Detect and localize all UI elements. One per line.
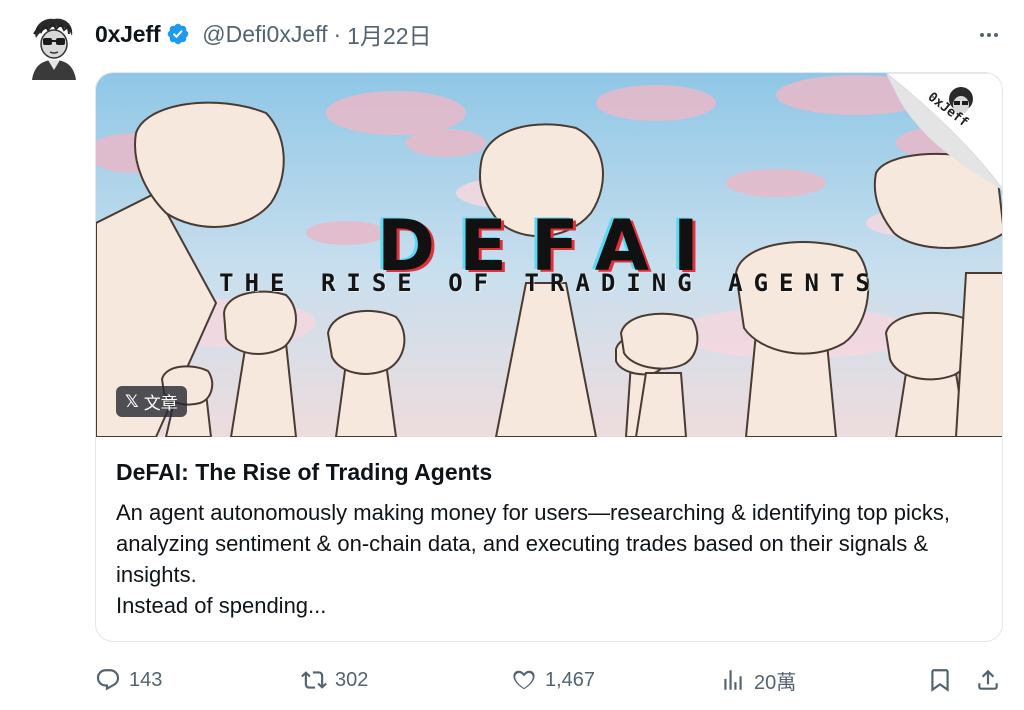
heart-icon xyxy=(511,667,537,693)
article-badge: 𝕏 文章 xyxy=(116,386,187,417)
bookmark-button[interactable] xyxy=(927,660,953,700)
tweet-header: 0xJeff @Defi0xJeff · 1月22日 xyxy=(95,14,432,54)
reply-count: 143 xyxy=(129,668,163,691)
separator-dot: · xyxy=(333,20,342,47)
author-display-name[interactable]: 0xJeff xyxy=(95,21,160,48)
cover-subline: THE RISE OF TRADING AGENTS xyxy=(219,269,881,297)
more-dot xyxy=(980,33,984,37)
x-logo-icon: 𝕏 xyxy=(125,391,139,411)
verified-badge-icon xyxy=(166,22,190,46)
views-button[interactable]: 20萬 xyxy=(720,660,796,700)
article-cover-image[interactable]: 0xJeff DEFAI THE RISE OF TRADING AGENTS … xyxy=(96,73,1002,437)
repost-icon xyxy=(301,667,327,693)
like-count: 1,467 xyxy=(545,668,596,691)
more-dot xyxy=(994,33,998,37)
bookmark-icon xyxy=(927,667,953,693)
repost-count: 302 xyxy=(335,668,369,691)
share-icon xyxy=(975,667,1001,693)
more-dot xyxy=(987,33,991,37)
article-card-body: DeFAI: The Rise of Trading Agents An age… xyxy=(96,437,1002,621)
share-button[interactable] xyxy=(975,660,1001,700)
tweet-action-bar: 143 302 1,467 20萬 xyxy=(95,660,1010,700)
more-icon[interactable] xyxy=(974,22,1004,48)
avatar-illustration xyxy=(22,14,84,80)
repost-button[interactable]: 302 xyxy=(301,660,368,700)
tweet-date[interactable]: 1月22日 xyxy=(347,17,431,51)
tweet[interactable]: 0xJeff @Defi0xJeff · 1月22日 0xJeff DEFAI … xyxy=(0,0,1024,710)
author-handle[interactable]: @Defi0xJeff xyxy=(202,21,327,48)
article-badge-label: 文章 xyxy=(143,394,178,413)
article-title[interactable]: DeFAI: The Rise of Trading Agents xyxy=(116,457,982,487)
reply-icon xyxy=(95,667,121,693)
reply-button[interactable]: 143 xyxy=(95,660,162,700)
article-description: An agent autonomously making money for u… xyxy=(116,500,950,618)
like-button[interactable]: 1,467 xyxy=(511,660,595,700)
avatar[interactable] xyxy=(22,14,84,80)
views-icon xyxy=(720,667,746,693)
article-card[interactable]: 0xJeff DEFAI THE RISE OF TRADING AGENTS … xyxy=(95,72,1003,642)
views-count: 20萬 xyxy=(754,671,797,694)
